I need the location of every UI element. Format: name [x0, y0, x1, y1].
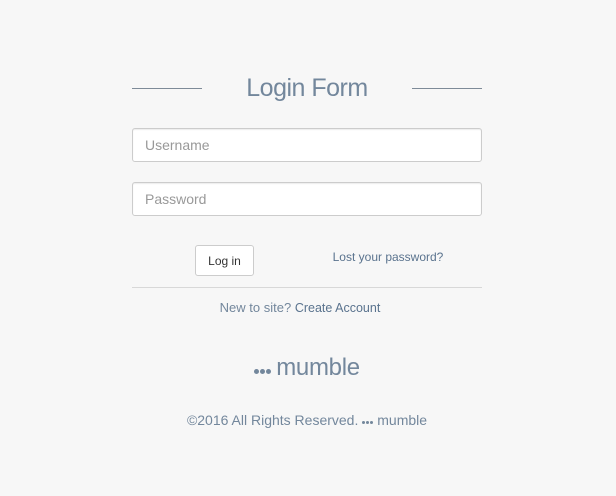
brand-name: mumble [276, 354, 360, 381]
lost-password-link[interactable]: Lost your password? [300, 250, 476, 264]
login-page: Login Form Log in Lost your password? Ne… [0, 0, 616, 496]
footer: ©2016 All Rights Reserved. mumble [132, 412, 482, 429]
separator [132, 287, 482, 288]
copyright-text: ©2016 All Rights Reserved. [186, 412, 359, 428]
signup-row: New to site? Create Account [132, 300, 468, 315]
brand-logo: mumble [132, 354, 482, 383]
create-account-link[interactable]: Create Account [295, 301, 380, 315]
signup-prompt: New to site? [219, 300, 292, 315]
login-form-header: Login Form [132, 72, 482, 106]
password-input[interactable] [132, 182, 482, 216]
footer-brand-name: mumble [377, 412, 428, 428]
three-dots-icon [362, 411, 374, 427]
header-divider-right [412, 88, 482, 89]
username-input[interactable] [132, 128, 482, 162]
login-button[interactable]: Log in [195, 245, 254, 276]
three-dots-icon [254, 353, 272, 381]
